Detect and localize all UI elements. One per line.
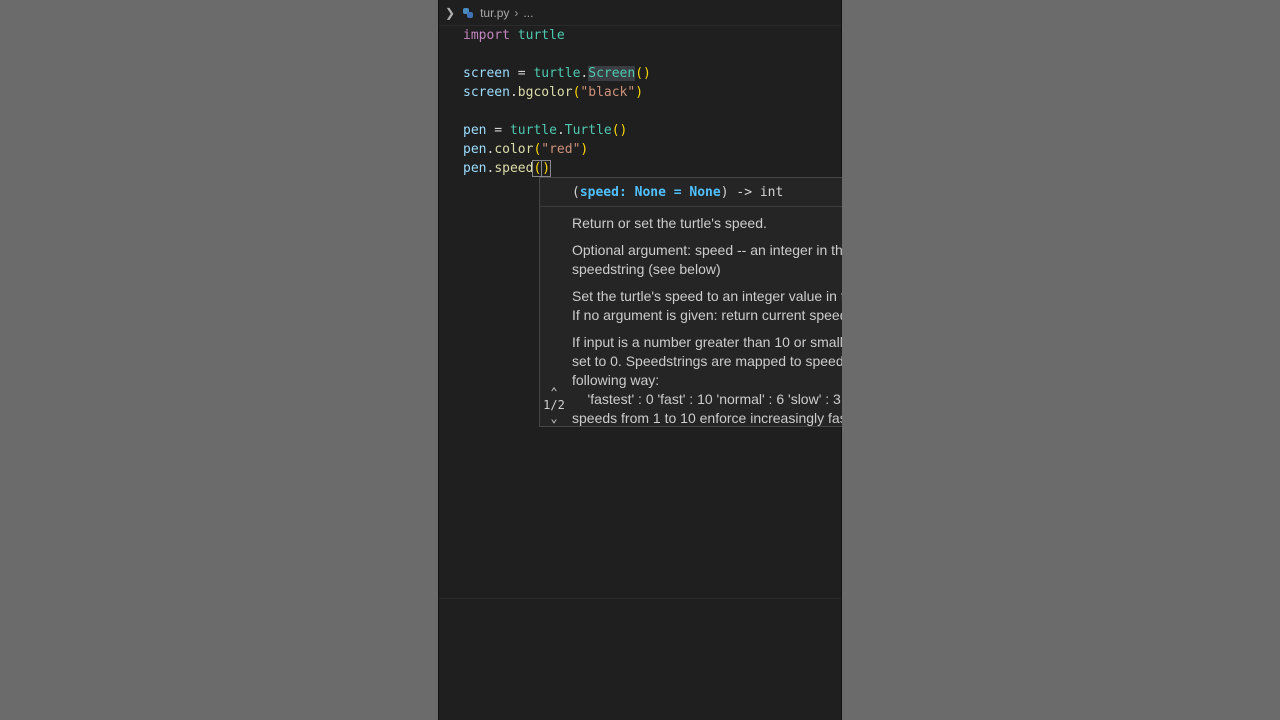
signature-line: (speed: None = None) -> int <box>540 178 842 207</box>
paren-close: ) <box>541 160 552 177</box>
breadcrumb: ❯ tur.py › ... <box>439 0 841 26</box>
doc-paragraph-4: If input is a number greater than 10 or … <box>572 334 842 426</box>
left-backdrop <box>0 0 438 720</box>
operator: = <box>486 123 510 138</box>
paren-open: ( <box>532 160 543 177</box>
code-line-7: pen.color("red") <box>463 140 651 159</box>
parens: () <box>611 123 628 138</box>
breadcrumb-file[interactable]: tur.py <box>480 6 509 20</box>
code-line-6: pen = turtle.Turtle() <box>463 121 651 140</box>
variable: screen <box>463 85 510 100</box>
variable: pen <box>463 142 487 157</box>
doc-paragraph-2: Optional argument: speed -- an integer i… <box>572 242 842 277</box>
class-name: Turtle <box>564 123 612 138</box>
class-name: Screen <box>588 66 636 81</box>
python-file-icon <box>463 7 474 18</box>
dot: . <box>556 123 565 138</box>
code-lines[interactable]: import turtle screen = turtle.Screen() s… <box>463 26 651 178</box>
keyword-import: import <box>463 28 510 43</box>
code-line-3: screen = turtle.Screen() <box>463 64 651 83</box>
doc-paragraph-3: Set the turtle's speed to an integer val… <box>572 288 842 323</box>
active-parameter: speed: None = None <box>579 184 721 200</box>
signature-help-popup[interactable]: (speed: None = None) -> int Return or se… <box>539 177 842 427</box>
module-name: turtle <box>533 66 581 81</box>
function-name: color <box>494 142 534 157</box>
breadcrumb-more[interactable]: ... <box>523 6 533 20</box>
module-name: turtle <box>517 28 565 43</box>
paren-close: ) <box>580 142 589 157</box>
operator: = <box>509 66 534 81</box>
right-backdrop <box>842 0 1280 720</box>
function-name: bgcolor <box>517 85 573 100</box>
panel-divider <box>439 598 841 599</box>
variable: pen <box>463 123 487 138</box>
doc-paragraph-1: Return or set the turtle's speed. <box>572 215 767 231</box>
chevron-right-icon: › <box>514 5 519 20</box>
sig-return: ) -> int <box>720 184 784 200</box>
docstring: Return or set the turtle's speed. Option… <box>572 214 842 426</box>
function-name: speed <box>494 161 534 176</box>
code-line-1: import turtle <box>463 26 651 45</box>
chevron-right-icon[interactable]: ❯ <box>445 6 455 20</box>
code-line-4: screen.bgcolor("black") <box>463 83 651 102</box>
module-name: turtle <box>509 123 557 138</box>
parens: () <box>635 66 651 81</box>
dot: . <box>509 85 518 100</box>
sig-paren-open: ( <box>572 184 580 200</box>
string-literal: "red" <box>541 142 581 157</box>
variable: pen <box>463 161 487 176</box>
string-literal: "black" <box>580 85 636 100</box>
overload-nav: ⌃ 1/2 ⌄ <box>540 386 568 425</box>
paren-close: ) <box>635 85 644 100</box>
variable: screen <box>463 66 510 81</box>
chevron-down-icon[interactable]: ⌄ <box>540 412 568 425</box>
code-line-8: pen.speed() <box>463 159 651 178</box>
